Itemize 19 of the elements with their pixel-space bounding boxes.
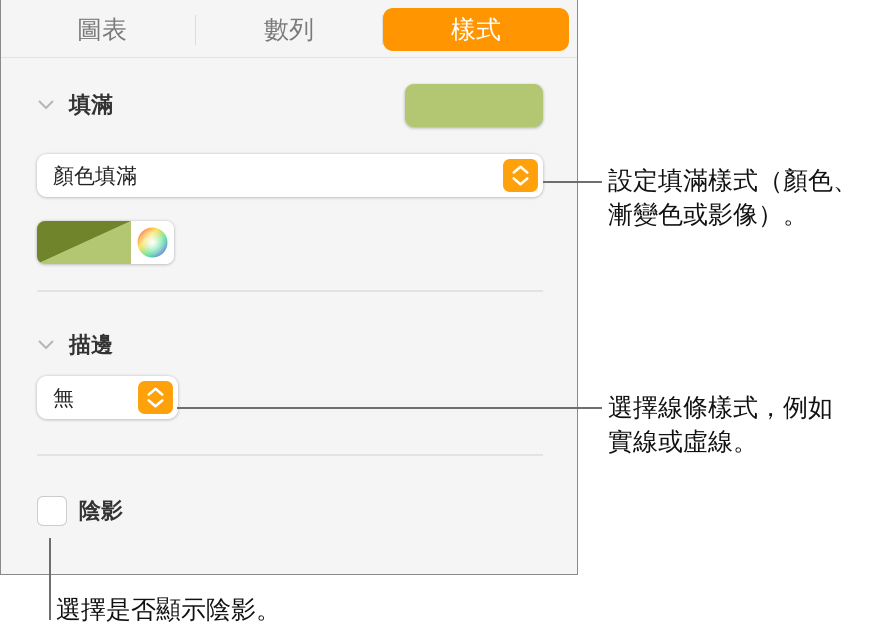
checkbox-label: 陰影 xyxy=(79,498,123,526)
chevron-icon[interactable] xyxy=(37,339,55,351)
tab[interactable]: 數列 xyxy=(196,8,382,51)
shadow-checkbox[interactable] xyxy=(37,496,67,526)
stepper-icon[interactable] xyxy=(138,381,173,414)
section-title: 填滿 xyxy=(69,92,114,120)
section-title: 描邊 xyxy=(69,332,114,360)
chevron-icon[interactable] xyxy=(37,99,55,111)
leader-line xyxy=(543,181,602,183)
callout-text: 設定填滿樣式（顏色、漸變色或影像）。 xyxy=(608,165,859,231)
fill-popup[interactable]: 顏色填滿 xyxy=(37,154,543,197)
callout-text: 選擇線條樣式，例如實線或虛線。 xyxy=(608,392,834,458)
tab[interactable]: 樣式 xyxy=(383,8,569,51)
color-swatch[interactable] xyxy=(405,84,543,126)
color-well[interactable] xyxy=(37,221,174,264)
tab[interactable]: 圖表 xyxy=(9,8,195,51)
callout-text: 選擇是否顯示陰影。 xyxy=(56,594,281,626)
stepper-icon[interactable] xyxy=(503,159,538,192)
stroke-popup[interactable]: 無 xyxy=(37,376,178,419)
